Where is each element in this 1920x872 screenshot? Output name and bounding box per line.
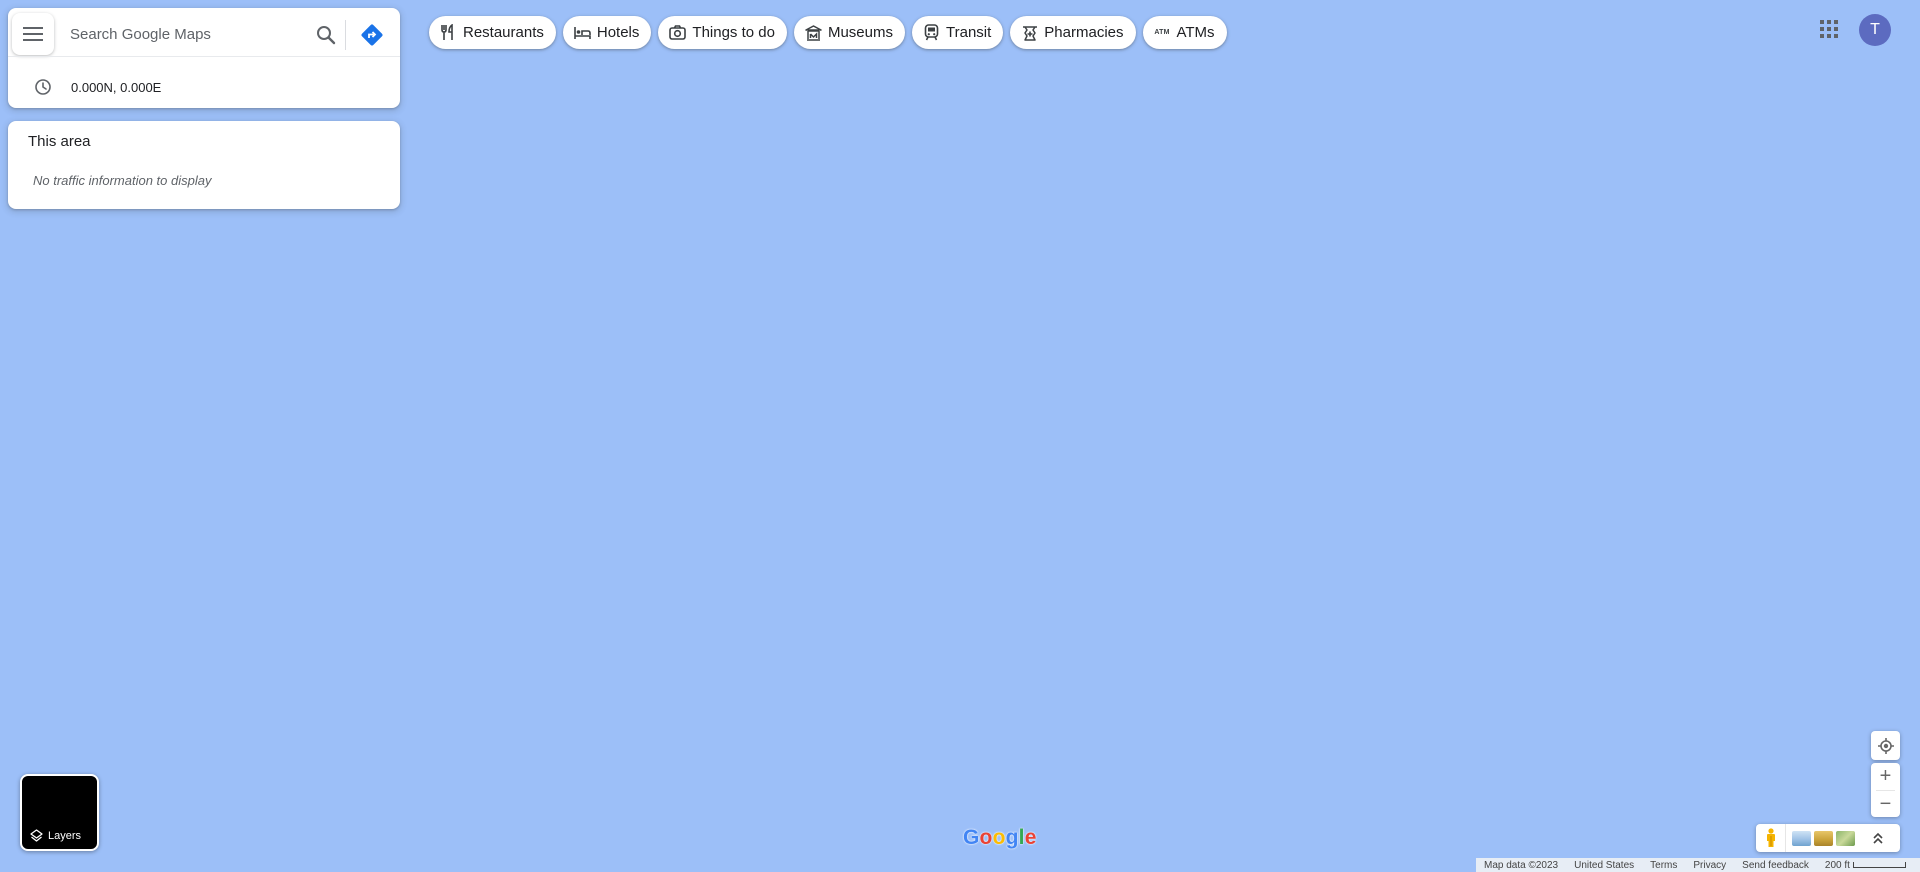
scale-label: 200 ft [1824,859,1850,871]
chip-museums[interactable]: Museums [793,16,905,49]
imagery-thumbnail-2[interactable] [1814,830,1833,846]
atm-icon: ATM [1154,29,1170,36]
chip-hotels[interactable]: Hotels [562,16,652,49]
traffic-message: No traffic information to display [33,173,212,188]
account-avatar[interactable]: T [1859,14,1891,46]
chip-transit[interactable]: Transit [912,16,1004,49]
chip-restaurants[interactable]: Restaurants [429,16,556,49]
map-footer: Map data ©2023 United States Terms Priva… [1476,858,1920,872]
hamburger-icon [23,27,43,41]
imagery-thumbnail-1[interactable] [1792,830,1811,846]
scale-bar [1852,862,1906,868]
chip-label: Hotels [596,24,640,41]
chip-things-to-do[interactable]: Things to do [658,16,787,49]
imagery-thumbnail-3[interactable] [1836,830,1855,846]
hotel-icon [574,26,591,39]
layers-icon [30,829,43,842]
directions-icon [361,24,383,46]
map-data-attribution: Map data ©2023 [1484,859,1559,871]
my-location-button[interactable] [1871,731,1900,760]
category-chips: Restaurants Hotels Things to do Museums … [429,16,1227,49]
chip-label: Pharmacies [1044,24,1124,41]
chip-label: Transit [946,24,992,41]
search-button[interactable] [308,20,344,50]
google-logo: Google [963,826,1037,850]
pharmacy-icon [1022,25,1037,41]
chip-pharmacies[interactable]: Pharmacies [1010,16,1136,49]
region-link[interactable]: United States [1566,860,1642,871]
chip-label: ATMs [1176,24,1215,41]
chip-label: Things to do [692,24,775,41]
privacy-link[interactable]: Privacy [1685,860,1734,871]
chip-label: Restaurants [463,24,544,41]
search-input[interactable] [70,20,300,48]
expand-imagery-button[interactable] [1869,829,1887,847]
scale-control[interactable]: 200 ft [1817,860,1914,871]
chip-atms[interactable]: ATM ATMs [1142,16,1227,49]
google-apps-button[interactable] [1815,15,1843,43]
camera-icon [669,25,687,40]
logo-letter: o [992,826,1006,849]
search-card-divider [8,56,400,64]
museum-icon [805,24,822,41]
search-icon [317,26,336,45]
history-clock-icon [35,79,51,95]
traffic-title: This area [28,133,91,150]
restaurant-icon [441,24,453,40]
logo-letter: G [963,826,980,849]
my-location-icon [1877,737,1894,754]
search-panel: 0.000N, 0.000E [8,8,400,108]
traffic-panel: This area No traffic information to disp… [8,121,400,209]
apps-grid-icon [1820,20,1838,38]
layers-label: Layers [48,829,82,842]
transit-icon [924,24,939,41]
logo-letter: e [1024,826,1037,849]
terms-link[interactable]: Terms [1642,860,1685,871]
street-view-bar [1756,824,1900,852]
search-divider [345,20,346,50]
layers-button[interactable]: Layers [20,774,99,851]
zoom-out-button[interactable]: − [1871,791,1900,818]
directions-button[interactable] [355,18,389,52]
pegman-icon [1766,828,1775,847]
zoom-controls: + − [1871,763,1900,817]
menu-button[interactable] [12,13,54,55]
chip-label: Museums [827,24,893,41]
logo-letter: o [979,826,993,849]
double-chevron-up-icon [1873,832,1883,844]
send-feedback-link[interactable]: Send feedback [1734,860,1817,871]
zoom-in-button[interactable]: + [1871,763,1900,790]
logo-letter: g [1005,826,1019,849]
pegman-button[interactable] [1756,824,1786,852]
recent-search-coordinates: 0.000N, 0.000E [71,79,162,95]
recent-search-item[interactable]: 0.000N, 0.000E [8,66,400,108]
